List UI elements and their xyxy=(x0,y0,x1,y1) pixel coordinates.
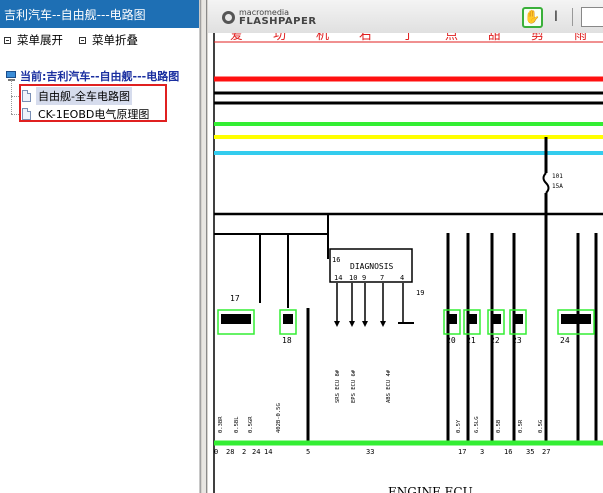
ecu-wire-label: ABS ECU 4# xyxy=(386,369,392,403)
diag-pin-label: 9 xyxy=(362,274,366,282)
flashpaper-logo: macromedia FLASHPAPER xyxy=(222,8,317,27)
annotation-highlight-box xyxy=(19,84,167,122)
bottom-pin-label: 35 xyxy=(526,448,534,456)
collapse-menu-label: 菜单折叠 xyxy=(92,33,138,47)
wire-label: 0.5B xyxy=(496,419,502,433)
diagnosis-title: DIAGNOSIS xyxy=(350,262,394,271)
diag-top-pin: 16 xyxy=(332,256,340,264)
connector-22: 22 xyxy=(487,309,505,345)
collapse-icon xyxy=(79,36,86,44)
expand-icon xyxy=(4,36,11,44)
connector-number: 24 xyxy=(560,336,570,345)
bottom-pin-label: 24 xyxy=(252,448,260,456)
ecu-wire-label: SRS ECU 8# xyxy=(335,369,341,403)
wire-label: 0.5R xyxy=(518,419,524,433)
connector-number: 22 xyxy=(490,336,500,345)
hand-tool-button[interactable]: ✋ xyxy=(522,7,543,28)
ecu-wire-label: EPS ECU 6# xyxy=(351,369,357,403)
bottom-pin-label: 27 xyxy=(542,448,550,456)
bottom-pin-label: 5 xyxy=(306,448,310,456)
text-select-tool-button[interactable]: I xyxy=(550,8,562,26)
wire-label: 0.5Y xyxy=(456,419,462,433)
diag-side-pin: 19 xyxy=(416,289,424,297)
toolbar-separator xyxy=(572,8,573,26)
bottom-pin-label: 0 xyxy=(214,448,218,456)
diag-pin-label: 7 xyxy=(380,274,384,282)
wire-label: 0.3BR xyxy=(218,416,224,433)
wire-label: 402B-0.5G xyxy=(276,403,282,433)
diag-pin-label: 10 xyxy=(349,274,357,282)
connector-18: 18 xyxy=(279,309,297,345)
logo-bottom-text: FLASHPAPER xyxy=(239,16,317,27)
bottom-pin-label: 14 xyxy=(264,448,272,456)
connector-20: 20 xyxy=(443,309,461,345)
connector-21: 21 xyxy=(463,309,481,345)
expand-menu-label: 菜单展开 xyxy=(17,33,63,47)
tree-root-label: 当前:吉利汽车--自由舰---电路图 xyxy=(20,70,180,83)
bottom-pin-label: 28 xyxy=(226,448,234,456)
left-navigation-panel: 吉利汽车--自由舰---电路图 菜单展开 菜单折叠 当前:吉利汽车--自由舰--… xyxy=(0,0,200,493)
connector-number: 17 xyxy=(230,294,240,303)
wire-label: 0.5G xyxy=(538,420,544,433)
page-number-field[interactable] xyxy=(581,7,603,27)
diag-pin-label: 4 xyxy=(400,274,404,282)
pin-arrow xyxy=(334,321,340,327)
viewer-toolbar: macromedia FLASHPAPER ✋ I xyxy=(208,0,603,34)
fuse-rating: 15A xyxy=(552,183,563,190)
connector-17: 17 xyxy=(217,294,255,335)
connector-number: 20 xyxy=(446,336,456,345)
wire-label: 0.5BL xyxy=(234,416,240,433)
text-cursor-icon: I xyxy=(553,9,559,25)
macromedia-logo-icon xyxy=(222,10,235,24)
connector-number: 23 xyxy=(512,336,522,345)
diag-pin-label: 14 xyxy=(334,274,342,282)
wire-label: 0.5GR xyxy=(248,416,254,433)
collapse-menu-button[interactable]: 菜单折叠 xyxy=(79,31,138,49)
connector-24: 24 xyxy=(557,309,595,345)
pin-arrow xyxy=(349,321,355,327)
bottom-pin-label: 2 xyxy=(242,448,246,456)
connector-23: 23 xyxy=(509,309,527,345)
wire-label: 6.5LG xyxy=(474,416,480,433)
document-page[interactable]: 爱功机右了点甜剪雨 101 15A DIAGNOSIS 16 19 14 10 … xyxy=(208,33,603,493)
bottom-pin-label: 3 xyxy=(480,448,484,456)
pin-arrow xyxy=(380,321,386,327)
bottom-pin-label: 17 xyxy=(458,448,466,456)
expand-menu-button[interactable]: 菜单展开 xyxy=(4,31,63,49)
wiring-diagram: 爱功机右了点甜剪雨 101 15A DIAGNOSIS 16 19 14 10 … xyxy=(213,33,603,493)
engine-ecu-title: ENGINE ECU xyxy=(388,485,473,493)
pin-arrow xyxy=(362,321,368,327)
tree-root-node[interactable]: 当前:吉利汽车--自由舰---电路图 xyxy=(5,68,179,84)
pane-splitter[interactable] xyxy=(200,0,208,493)
connector-number: 18 xyxy=(282,336,292,345)
hand-icon: ✋ xyxy=(524,10,541,25)
fuse-label: 101 xyxy=(552,173,563,180)
panel-title: 吉利汽车--自由舰---电路图 xyxy=(0,0,199,28)
bottom-pin-label: 16 xyxy=(504,448,512,456)
connector-number: 21 xyxy=(466,336,476,345)
bottom-pin-label: 33 xyxy=(366,448,374,456)
flashpaper-viewer: macromedia FLASHPAPER ✋ I 爱功机右了点甜剪雨 101 … xyxy=(208,0,603,493)
